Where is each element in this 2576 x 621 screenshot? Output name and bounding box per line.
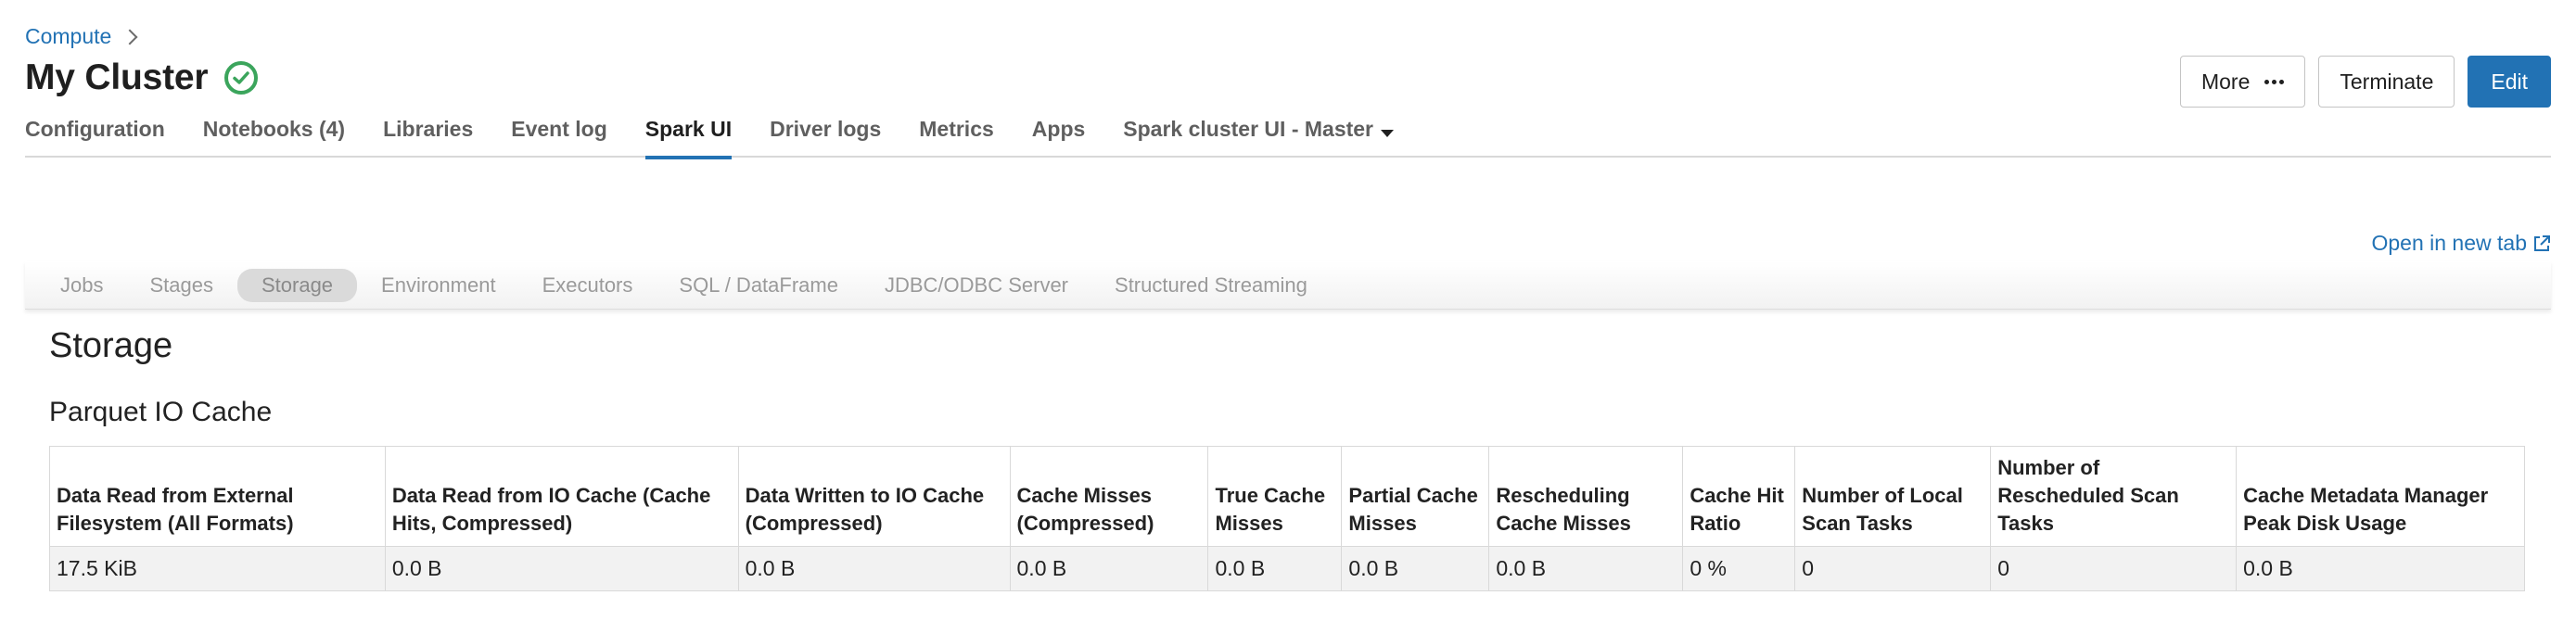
column-header: True Cache Misses (1207, 446, 1343, 547)
tab-driver-logs[interactable]: Driver logs (770, 117, 881, 158)
ellipsis-icon (2264, 79, 2285, 84)
tab-spark-ui[interactable]: Spark UI (644, 117, 733, 159)
table-cell: 0 % (1682, 546, 1796, 591)
column-header: Cache Hit Ratio (1682, 446, 1796, 547)
caret-down-icon (1381, 130, 1395, 137)
chevron-right-icon (121, 29, 138, 45)
table-cell: 0.0 B (384, 546, 739, 591)
title-row: My Cluster (25, 57, 259, 98)
table-cell: 0.0 B (1207, 546, 1343, 591)
column-header: Number of Local Scan Tasks (1794, 446, 1992, 547)
storage-heading: Storage (49, 326, 173, 365)
tab-spark-cluster-ui-dropdown[interactable]: Spark cluster UI - Master (1123, 117, 1395, 158)
spark-nav-stages[interactable]: Stages (149, 273, 213, 298)
external-link-icon (2532, 234, 2551, 253)
breadcrumb-compute-link[interactable]: Compute (25, 24, 111, 49)
tab-libraries[interactable]: Libraries (383, 117, 473, 158)
spark-nav-executors[interactable]: Executors (542, 273, 633, 298)
tab-configuration[interactable]: Configuration (25, 117, 165, 158)
column-header: Data Read from External Filesystem (All … (49, 446, 386, 547)
tab-metrics[interactable]: Metrics (919, 117, 994, 158)
table-cell: 0.0 B (2236, 546, 2525, 591)
more-button[interactable]: More (2179, 56, 2306, 108)
spark-nav-structured-streaming[interactable]: Structured Streaming (1115, 273, 1307, 298)
open-in-new-tab-label: Open in new tab (2371, 231, 2527, 255)
tab-apps[interactable]: Apps (1032, 117, 1086, 158)
more-button-label: More (2200, 69, 2251, 94)
status-running-check-icon (224, 61, 259, 95)
table-row: 17.5 KiB 0.0 B 0.0 B 0.0 B 0.0 B 0.0 B 0… (49, 546, 2525, 591)
table-cell: 0 (1794, 546, 1992, 591)
column-header: Partial Cache Misses (1341, 446, 1490, 547)
open-in-new-tab-link[interactable]: Open in new tab (2371, 231, 2551, 256)
tab-event-log[interactable]: Event log (511, 117, 607, 158)
column-header: Cache Misses (Compressed) (1009, 446, 1209, 547)
column-header: Data Read from IO Cache (Cache Hits, Com… (384, 446, 739, 547)
tab-notebooks[interactable]: Notebooks (4) (203, 117, 345, 158)
spark-nav-storage[interactable]: Storage (236, 268, 358, 302)
table-cell: 0.0 B (1009, 546, 1209, 591)
header-actions: More Terminate Edit (2179, 56, 2551, 108)
table-cell: 17.5 KiB (49, 546, 386, 591)
page-title: My Cluster (25, 57, 209, 97)
table-cell: 0.0 B (737, 546, 1011, 591)
column-header: Data Written to IO Cache (Compressed) (737, 446, 1011, 547)
table-cell: 0.0 B (1341, 546, 1490, 591)
table-cell: 0 (1990, 546, 2238, 591)
spark-nav-jobs[interactable]: Jobs (60, 273, 103, 298)
terminate-button[interactable]: Terminate (2318, 56, 2455, 108)
spark-nav-sql-dataframe[interactable]: SQL / DataFrame (679, 273, 838, 298)
spark-ui-nav: Jobs Stages Storage Environment Executor… (25, 261, 2551, 310)
column-header: Rescheduling Cache Misses (1488, 446, 1684, 547)
io-cache-table: Data Read from External Filesystem (All … (49, 446, 2525, 591)
column-header: Cache Metadata Manager Peak Disk Usage (2236, 446, 2525, 547)
parquet-io-cache-heading: Parquet IO Cache (49, 397, 273, 427)
column-header: Number of Rescheduled Scan Tasks (1990, 446, 2238, 547)
table-cell: 0.0 B (1488, 546, 1684, 591)
spark-nav-environment[interactable]: Environment (381, 273, 496, 298)
cluster-tabs: Configuration Notebooks (4) Libraries Ev… (25, 117, 2551, 159)
table-header-row: Data Read from External Filesystem (All … (49, 446, 2525, 547)
edit-button[interactable]: Edit (2468, 56, 2551, 108)
spark-nav-jdbc-odbc-server[interactable]: JDBC/ODBC Server (885, 273, 1068, 298)
tab-spark-cluster-ui-label: Spark cluster UI - Master (1123, 117, 1374, 141)
breadcrumb: Compute (25, 24, 138, 49)
